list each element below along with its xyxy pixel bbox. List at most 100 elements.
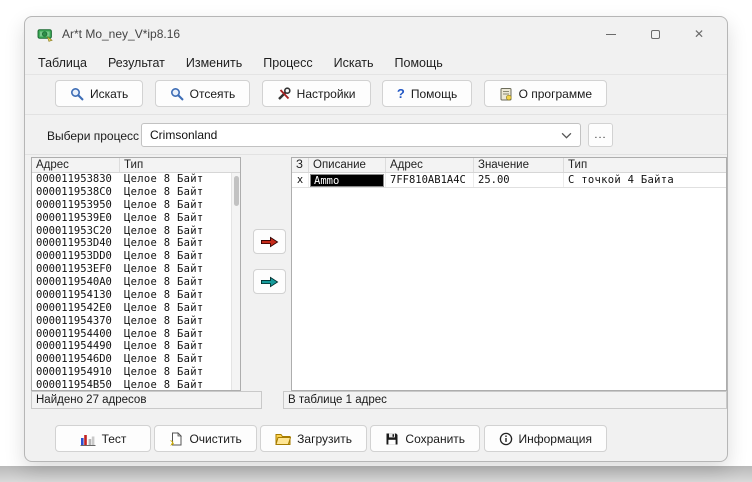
load-button-label: Загрузить bbox=[297, 431, 352, 446]
help-button-label: Помощь bbox=[410, 86, 458, 101]
add-all-to-table-button[interactable] bbox=[253, 269, 286, 294]
table-rows: x Ammo 7FF810AB1A4C 25.00 С точкой 4 Бай… bbox=[292, 173, 726, 188]
result-address: 000011953DD0 bbox=[36, 250, 112, 263]
results-scrollbar-thumb[interactable] bbox=[233, 176, 239, 206]
test-button[interactable]: Тест bbox=[55, 425, 151, 452]
artmoney-window: Ar*t Mo_ney_V*ip8.16 ✕ Таблица Результат… bbox=[24, 16, 728, 462]
desktop-edge bbox=[0, 466, 752, 482]
info-icon bbox=[499, 432, 513, 446]
menu-table[interactable]: Таблица bbox=[38, 56, 87, 70]
menu-edit[interactable]: Изменить bbox=[186, 56, 242, 70]
results-scrollbar[interactable] bbox=[231, 173, 240, 390]
maximize-button[interactable] bbox=[633, 17, 677, 51]
result-type: Целое 8 Байт bbox=[124, 327, 204, 340]
results-header-row: Адрес Тип bbox=[32, 158, 240, 173]
floppy-disk-icon bbox=[385, 432, 399, 446]
help-button[interactable]: ? Помощь bbox=[381, 80, 473, 107]
close-button[interactable]: ✕ bbox=[677, 17, 721, 51]
info-button[interactable]: Информация bbox=[483, 425, 607, 452]
maximize-icon bbox=[650, 29, 660, 39]
table-row[interactable]: x Ammo 7FF810AB1A4C 25.00 С точкой 4 Бай… bbox=[292, 173, 726, 188]
description-cell[interactable]: Ammo bbox=[309, 173, 386, 187]
teal-arrow-right-icon bbox=[260, 276, 279, 288]
question-icon: ? bbox=[396, 86, 405, 101]
address-cell[interactable]: 7FF810AB1A4C bbox=[386, 173, 474, 187]
result-type: Целое 8 Байт bbox=[124, 353, 204, 366]
table-col-description[interactable]: Описание bbox=[309, 158, 386, 172]
minimize-button[interactable] bbox=[589, 17, 633, 51]
process-selected-value: Crimsonland bbox=[150, 128, 218, 142]
result-row[interactable]: 000011953D40 Целое 8 Байт bbox=[32, 237, 240, 250]
clear-button[interactable]: Очистить bbox=[154, 425, 257, 452]
title-bar[interactable]: Ar*t Mo_ney_V*ip8.16 ✕ bbox=[25, 17, 727, 51]
clear-page-icon bbox=[169, 431, 183, 446]
result-type: Целое 8 Байт bbox=[124, 263, 204, 276]
process-select[interactable]: Crimsonland bbox=[141, 123, 581, 147]
table-col-address[interactable]: Адрес bbox=[386, 158, 474, 172]
result-type: Целое 8 Байт bbox=[124, 379, 204, 391]
description-edit-box[interactable]: Ammo bbox=[310, 174, 384, 187]
result-row[interactable]: 000011954370 Целое 8 Байт bbox=[32, 315, 240, 328]
result-type: Целое 8 Байт bbox=[124, 366, 204, 379]
result-address: 000011954130 bbox=[36, 288, 112, 301]
search-button-label: Искать bbox=[90, 86, 129, 101]
result-row[interactable]: 000011953C20 Целое 8 Байт bbox=[32, 225, 240, 238]
save-button[interactable]: Сохранить bbox=[370, 425, 481, 452]
result-row[interactable]: 000011954130 Целое 8 Байт bbox=[32, 289, 240, 302]
info-button-label: Информация bbox=[518, 431, 592, 446]
value-cell[interactable]: 25.00 bbox=[474, 173, 564, 187]
menu-result[interactable]: Результат bbox=[108, 56, 165, 70]
about-button[interactable]: О программе bbox=[483, 80, 607, 107]
minimize-icon bbox=[606, 33, 616, 35]
table-col-type[interactable]: Тип bbox=[564, 158, 726, 172]
results-col-type[interactable]: Тип bbox=[120, 158, 240, 172]
menu-help[interactable]: Помощь bbox=[395, 56, 443, 70]
results-col-address[interactable]: Адрес bbox=[32, 158, 120, 172]
table-col-value[interactable]: Значение bbox=[474, 158, 564, 172]
result-type: Целое 8 Байт bbox=[124, 211, 204, 224]
result-type: Целое 8 Байт bbox=[124, 198, 204, 211]
result-row[interactable]: 000011954910 Целое 8 Байт bbox=[32, 366, 240, 379]
result-row[interactable]: 0000119538C0 Целое 8 Байт bbox=[32, 186, 240, 199]
window-title: Ar*t Mo_ney_V*ip8.16 bbox=[62, 27, 181, 41]
result-row[interactable]: 0000119540A0 Целое 8 Байт bbox=[32, 276, 240, 289]
browse-process-button[interactable]: ... bbox=[588, 123, 613, 147]
result-row[interactable]: 000011953830 Целое 8 Байт bbox=[32, 173, 240, 186]
result-address: 000011953830 bbox=[36, 173, 112, 185]
result-row[interactable]: 000011954B50 Целое 8 Байт bbox=[32, 379, 240, 392]
open-folder-icon bbox=[275, 432, 292, 445]
type-cell[interactable]: С точкой 4 Байта bbox=[564, 173, 726, 187]
result-row[interactable]: 0000119539E0 Целое 8 Байт bbox=[32, 212, 240, 225]
result-address: 000011953C20 bbox=[36, 224, 112, 237]
menu-process[interactable]: Процесс bbox=[263, 56, 312, 70]
result-row[interactable]: 0000119546D0 Целое 8 Байт bbox=[32, 353, 240, 366]
load-button[interactable]: Загрузить bbox=[260, 425, 367, 452]
result-type: Целое 8 Байт bbox=[124, 340, 204, 353]
freeze-mark[interactable]: x bbox=[292, 173, 309, 187]
result-row[interactable]: 0000119542E0 Целое 8 Байт bbox=[32, 302, 240, 315]
result-address: 000011953EF0 bbox=[36, 263, 112, 276]
chevron-down-icon bbox=[561, 132, 572, 139]
search-button[interactable]: Искать bbox=[55, 80, 144, 107]
about-button-label: О программе bbox=[518, 86, 592, 101]
table-status-bar: В таблице 1 адрес bbox=[283, 391, 727, 409]
table-col-freeze[interactable]: З bbox=[292, 158, 309, 172]
result-row[interactable]: 000011953EF0 Целое 8 Байт bbox=[32, 263, 240, 276]
result-address: 000011954910 bbox=[36, 366, 112, 379]
separator bbox=[25, 114, 727, 115]
result-row[interactable]: 000011954490 Целое 8 Байт bbox=[32, 340, 240, 353]
filter-button[interactable]: Отсеять bbox=[154, 80, 251, 107]
result-row[interactable]: 000011953DD0 Целое 8 Байт bbox=[32, 250, 240, 263]
menu-search[interactable]: Искать bbox=[334, 56, 374, 70]
result-address: 000011953950 bbox=[36, 198, 112, 211]
results-rows: 000011953830 Целое 8 Байт 0000119538C0 Ц… bbox=[32, 173, 240, 392]
about-icon bbox=[499, 87, 513, 101]
add-to-table-button[interactable] bbox=[253, 229, 286, 254]
result-row[interactable]: 000011953950 Целое 8 Байт bbox=[32, 199, 240, 212]
result-row[interactable]: 000011954400 Целое 8 Байт bbox=[32, 328, 240, 341]
settings-button[interactable]: Настройки bbox=[261, 80, 371, 107]
search-results-panel: Адрес Тип 000011953830 Целое 8 Байт 0000… bbox=[31, 157, 241, 391]
result-type: Целое 8 Байт bbox=[124, 185, 204, 198]
result-address: 000011954370 bbox=[36, 314, 112, 327]
result-type: Целое 8 Байт bbox=[124, 237, 204, 250]
